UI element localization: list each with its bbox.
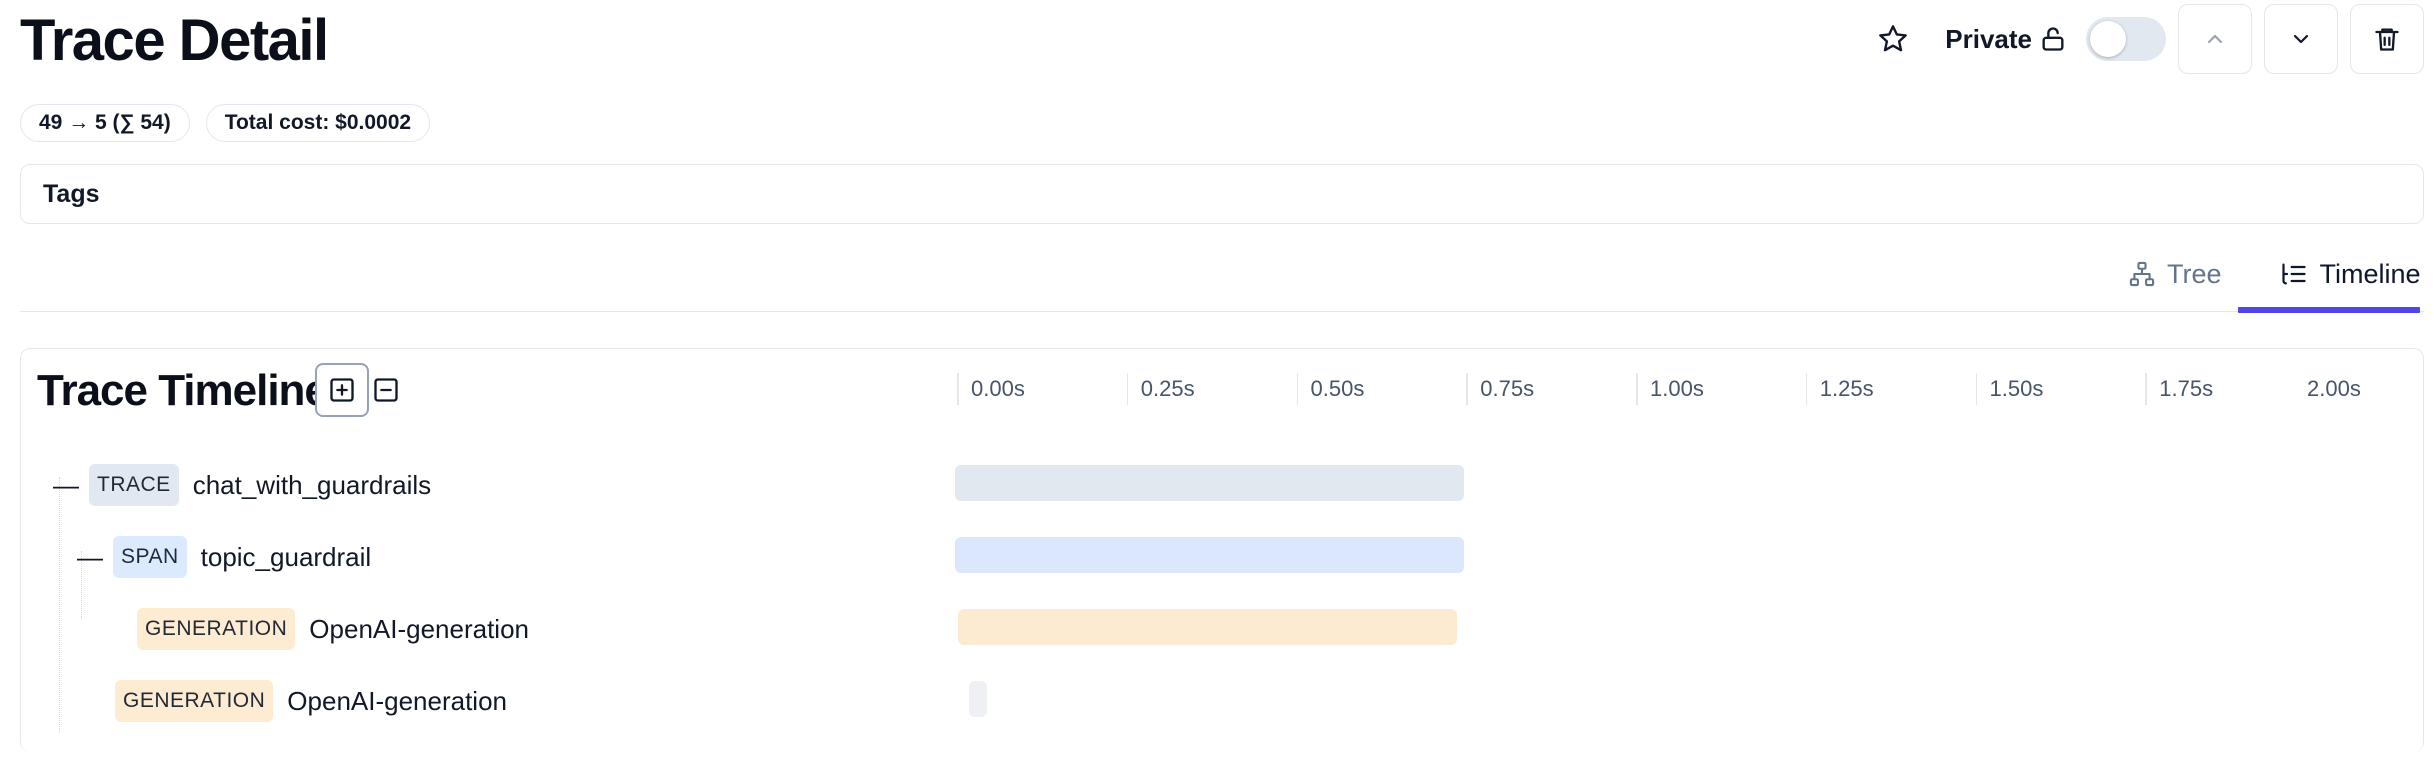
private-label: Private [1945,23,2032,54]
timeline-row-label[interactable]: — SPAN topic_guardrail [77,535,371,579]
tab-tree[interactable]: Tree [2127,236,2222,312]
span-duration-bar[interactable] [955,537,1465,573]
timeline-row-label[interactable]: GENERATION OpenAI-generation [115,679,507,723]
total-cost-badge: Total cost: $0.0002 [205,104,431,142]
delete-trace-button[interactable] [2350,4,2424,74]
previous-trace-button[interactable] [2178,4,2252,74]
timeline-row-label[interactable]: — TRACE chat_with_guardrails [53,463,431,507]
toggle-knob [2090,21,2126,57]
axis-tick-label: 1.50s [1975,373,2043,405]
generation-type-badge: GENERATION [137,608,296,650]
timeline-icon [2279,259,2309,289]
header-actions: Private [1869,4,2424,74]
axis-tick-label: 0.75s [1466,373,1534,405]
next-trace-button[interactable] [2264,4,2338,74]
trash-icon [2375,28,2399,51]
row-name: topic_guardrail [200,541,372,572]
axis-tick-label: 1.00s [1636,373,1704,405]
axis-tick-label: 2.00s [2307,376,2361,401]
row-name: chat_with_guardrails [192,469,432,500]
row-name: OpenAI-generation [309,613,530,644]
collapse-all-button[interactable] [367,371,405,409]
axis-tick-label: 0.00s [957,373,1025,405]
active-tab-indicator [2238,307,2420,313]
plus-square-icon [330,378,354,402]
chevron-down-icon [2293,34,2309,44]
axis-tick-label: 0.25s [1126,373,1195,405]
trace-duration-bar[interactable] [955,465,1465,501]
collapse-toggle[interactable]: — [77,542,103,573]
expand-all-button[interactable] [315,363,369,417]
page-title: Trace Detail [20,8,329,73]
trace-type-badge: TRACE [89,464,179,506]
axis-tick-label: 0.50s [1296,373,1364,405]
tab-tree-label: Tree [2167,258,2222,289]
private-toggle-group: Private [1945,17,2166,61]
row-name: OpenAI-generation [287,685,508,716]
span-type-badge: SPAN [113,536,187,578]
timeline-row-label[interactable]: GENERATION OpenAI-generation [137,607,529,651]
tab-timeline-label: Timeline [2319,258,2421,289]
generation-type-badge: GENERATION [115,680,274,722]
tree-icon [2127,259,2157,289]
tags-label: Tags [43,179,100,208]
usage-badges: 49 → 5 (∑ 54) Total cost: $0.0002 [20,104,431,142]
token-usage-badge: 49 → 5 (∑ 54) [20,104,190,142]
trace-timeline-card: Trace Timeline 0.00s 0.25s 0.50s 0.75s 1.00s… [20,348,2424,752]
tags-box[interactable]: Tags [20,164,2424,224]
collapse-toggle[interactable]: — [53,470,79,501]
tree-guide [59,477,60,733]
lock-icon [2038,24,2068,54]
axis-tick-label: 1.75s [2145,373,2213,405]
minus-square-icon [374,378,398,402]
generation-duration-bar[interactable] [968,681,987,717]
chevron-up-icon [2207,34,2223,44]
tab-timeline[interactable]: Timeline [2260,236,2434,312]
timeline-title: Trace Timeline [37,366,329,415]
view-tabs: Tree Timeline [20,236,2424,313]
private-toggle[interactable] [2086,17,2166,61]
axis-tick-label: 1.25s [1805,373,1874,405]
generation-duration-bar[interactable] [958,609,1458,645]
star-icon[interactable] [1869,15,1917,63]
